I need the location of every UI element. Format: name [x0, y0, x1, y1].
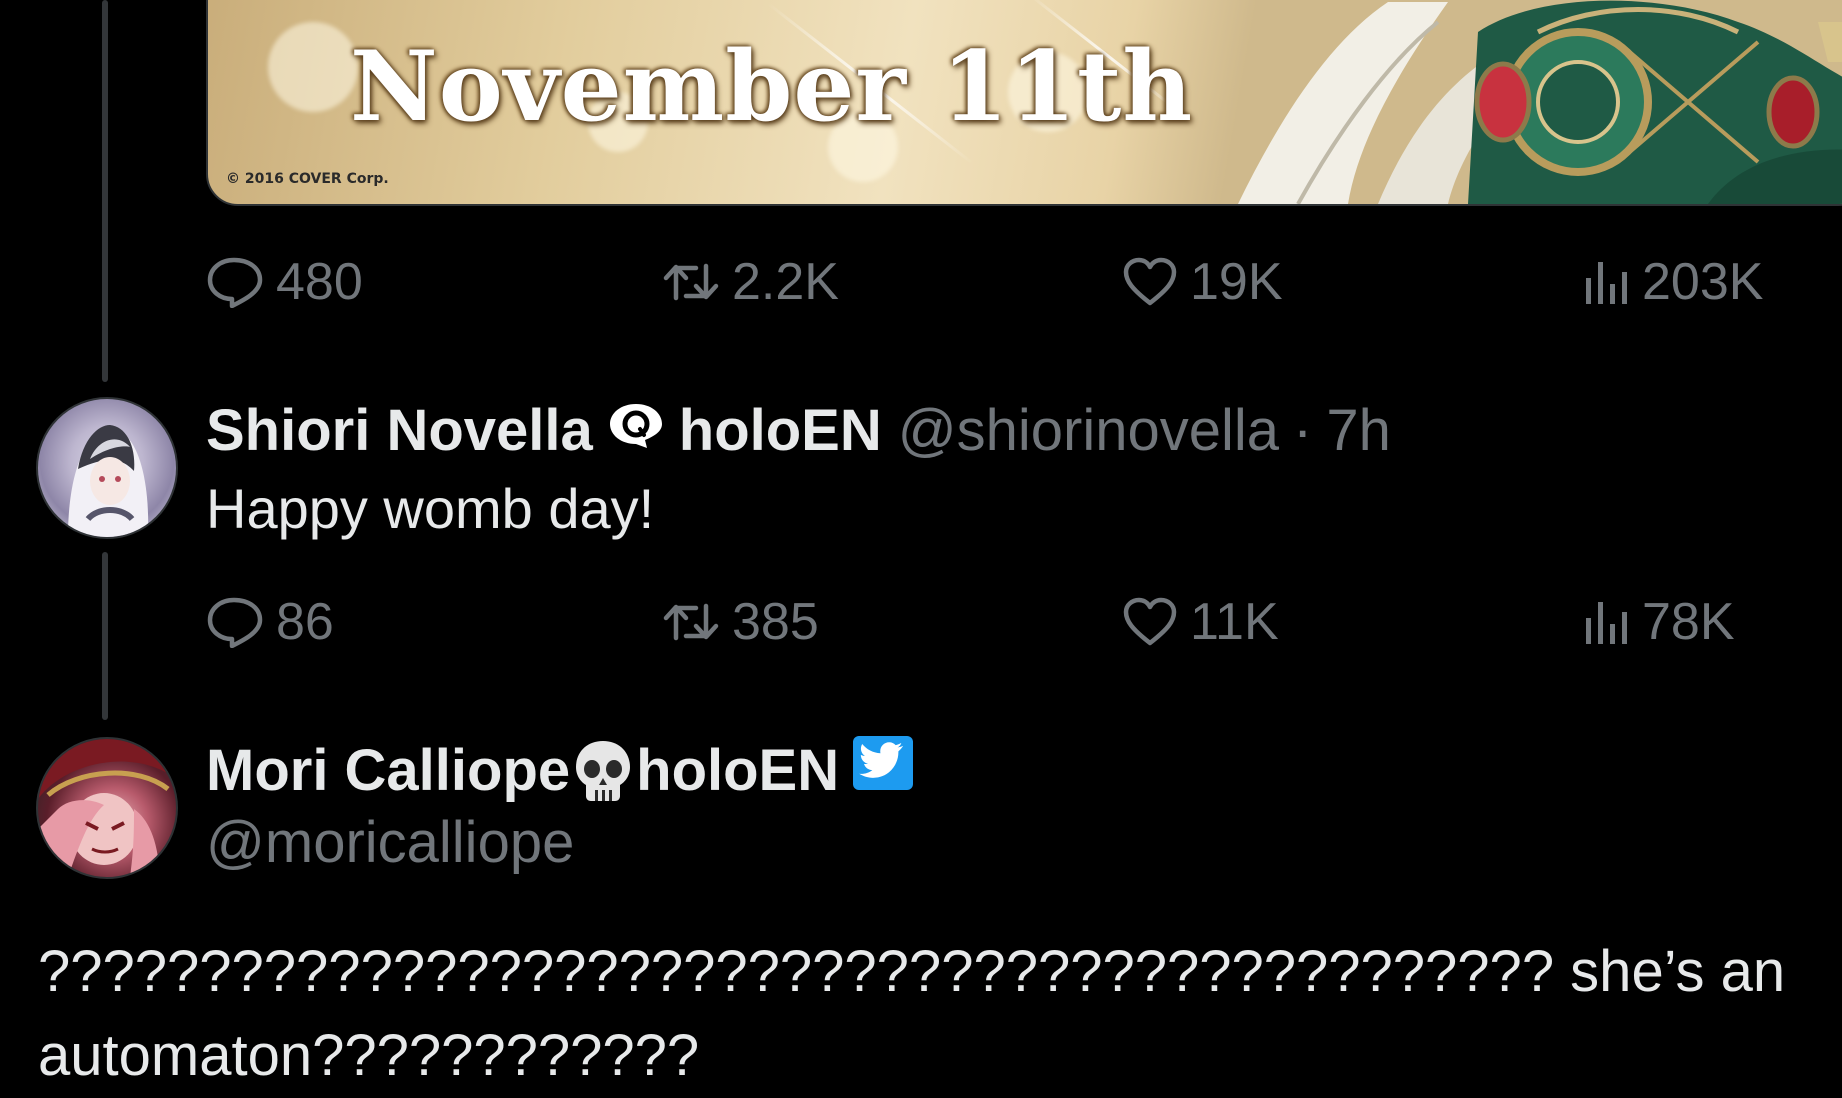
like-count: 19K	[1190, 253, 1283, 311]
avatar[interactable]	[36, 737, 178, 879]
retweet-count: 385	[732, 593, 819, 651]
reply-count: 480	[276, 253, 363, 311]
shiori-avatar-art	[68, 425, 149, 537]
reply-button[interactable]: 86	[206, 592, 334, 652]
user-handle[interactable]: @shiorinovella	[898, 396, 1279, 466]
heart-outline-icon	[1123, 597, 1177, 646]
thread-line-middle	[102, 552, 108, 720]
views-count: 78K	[1642, 593, 1735, 651]
shiori-name-row: Shiori Novella holoEN @shiorinovella · 7…	[206, 396, 1391, 466]
like-button[interactable]: 19K	[1122, 252, 1283, 312]
views-count: 203K	[1642, 253, 1764, 311]
reply-tweet-action-bar: 86 385 11K 78K	[206, 592, 1826, 652]
character-artwork	[1238, 0, 1842, 204]
mori-avatar-art	[38, 739, 176, 877]
speech-bubble-icon	[207, 257, 263, 308]
twitter-bird-icon	[853, 736, 914, 790]
skull-icon	[576, 741, 631, 801]
reply-count: 86	[276, 593, 334, 651]
views-button[interactable]: 78K	[1582, 592, 1735, 652]
like-button[interactable]: 11K	[1122, 592, 1279, 652]
magnifier-bubble-icon	[609, 404, 662, 448]
oshi-mark-badge	[607, 396, 665, 466]
retweet-arrows-icon	[663, 603, 719, 641]
retweet-button[interactable]: 385	[662, 592, 819, 652]
reply-button[interactable]: 480	[206, 252, 363, 312]
mori-name-row: Mori Calliope holoEN	[206, 736, 927, 806]
heart-outline-icon	[1123, 257, 1177, 306]
retweet-count: 2.2K	[732, 253, 839, 311]
retweet-arrows-icon	[663, 263, 719, 301]
like-count: 11K	[1190, 593, 1279, 651]
top-tweet-action-bar: 480 2.2K 19K 203K	[206, 252, 1826, 312]
views-button[interactable]: 203K	[1582, 252, 1763, 312]
display-name[interactable]: Shiori Novella	[206, 396, 593, 466]
bar-chart-icon	[1586, 602, 1627, 644]
separator-dot: ·	[1293, 398, 1313, 463]
tweet-text: Happy womb day!	[206, 477, 655, 540]
avatar[interactable]	[36, 397, 178, 539]
user-handle[interactable]: @moricalliope	[206, 808, 574, 878]
bokeh-light	[268, 22, 358, 112]
display-name[interactable]: Mori Calliope	[206, 736, 570, 806]
speech-bubble-icon	[207, 597, 263, 648]
media-headline: November 11th	[350, 30, 1194, 143]
tweet-media-image[interactable]: November 11th © 2016 COVER Corp.	[206, 0, 1842, 206]
twitter-badge	[853, 736, 914, 806]
media-copyright: © 2016 COVER Corp.	[226, 171, 389, 187]
thread-line-top	[102, 0, 108, 382]
tweet-timestamp[interactable]: 7h	[1326, 396, 1391, 466]
retweet-button[interactable]: 2.2K	[662, 252, 839, 312]
main-tweet-text: ????????????????????????????????????????…	[38, 939, 1786, 1088]
affiliation-label: holoEN	[678, 398, 882, 463]
affiliation-label: holoEN	[636, 738, 840, 803]
bar-chart-icon	[1586, 262, 1627, 304]
